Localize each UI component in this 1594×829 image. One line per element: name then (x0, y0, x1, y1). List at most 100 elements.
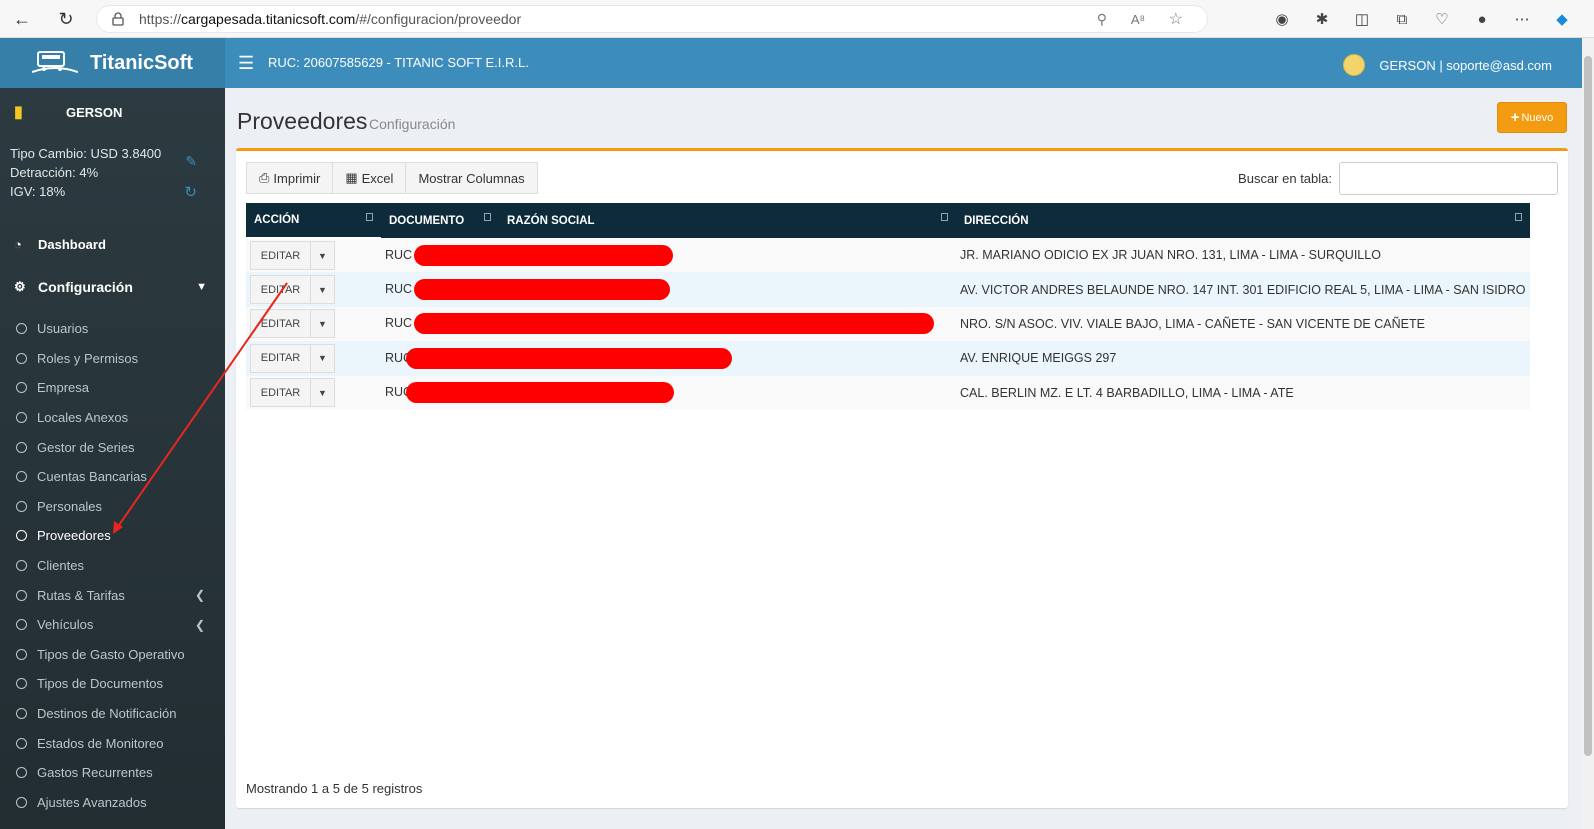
circle-icon (16, 796, 27, 808)
circle-icon (16, 382, 27, 394)
sidebar-item-usuarios[interactable]: Usuarios (0, 314, 225, 344)
page-scrollbar[interactable] (1582, 38, 1594, 829)
col-accion[interactable]: ACCIÓN (246, 203, 381, 239)
split-screen-icon[interactable]: ◫ (1342, 5, 1382, 33)
circle-icon (16, 412, 27, 424)
address-bar[interactable]: https://cargapesada.titanicsoft.com/#/co… (96, 5, 1208, 33)
back-icon[interactable]: ← (6, 3, 38, 35)
excel-file-icon: ▦ (345, 170, 358, 185)
redaction-mark (406, 382, 675, 404)
sidebar-item-configuracion[interactable]: ⚙ Configuración ▼ (0, 260, 225, 314)
table-info: Mostrando 1 a 5 de 5 registros (246, 781, 423, 796)
favorite-star-icon[interactable]: ☆ (1169, 9, 1183, 29)
sort-icon (366, 213, 373, 221)
doc-type: RUC (385, 316, 413, 331)
sidebar-item-clientes[interactable]: Clientes (0, 551, 225, 581)
chevron-down-icon[interactable]: ▼ (311, 241, 335, 271)
print-label: Imprimir (273, 170, 321, 186)
url-prefix: https:// (139, 11, 182, 27)
sidebar-toggle-icon[interactable]: ☰ (238, 53, 254, 74)
sidebar-item-label: Usuarios (37, 321, 89, 337)
new-button-label: Nuevo (1521, 111, 1554, 124)
address-cell: AV. ENRIQUE MEIGGS 297 (956, 341, 1530, 376)
col-documento[interactable]: DOCUMENTO (381, 203, 499, 238)
sidebar-item-series[interactable]: Gestor de Series (0, 432, 225, 462)
app-header: TitanicSoft ☰ RUC: 20607585629 - TITANIC… (0, 38, 1582, 88)
avatar: ▮ (14, 104, 23, 121)
show-columns-button[interactable]: Mostrar Columnas (406, 162, 538, 194)
excel-button[interactable]: ▦ Excel (333, 162, 407, 194)
circle-icon (16, 648, 27, 660)
sidebar-item-tipos-documentos[interactable]: Tipos de Documentos (0, 669, 225, 699)
sidebar-item-estados[interactable]: Estados de Monitoreo (0, 728, 225, 758)
user-menu[interactable]: GERSON | soporte@asd.com (1343, 54, 1552, 76)
sidebar-item-destinos[interactable]: Destinos de Notificación (0, 699, 225, 729)
table-row: EDITAR ▼ RUC AV. ENRIQUE MEIGGS 297 (246, 341, 1530, 376)
edge-copilot-icon[interactable]: ◆ (1542, 5, 1582, 33)
refresh-icon[interactable]: ↻ (184, 183, 197, 202)
sidebar-item-label: Clientes (37, 558, 84, 574)
sidebar-item-locales[interactable]: Locales Anexos (0, 403, 225, 433)
sidebar-item-rutas[interactable]: Rutas & Tarifas ❮ (0, 580, 225, 610)
chevron-down-icon[interactable]: ▼ (311, 309, 335, 339)
company-logo-icon (1343, 54, 1366, 76)
chevron-down-icon[interactable]: ▼ (311, 378, 335, 408)
url-path: /#/configuracion/proveedor (355, 11, 522, 27)
doc-type: RUC (385, 281, 413, 296)
col-razon-social[interactable]: RAZÓN SOCIAL (499, 203, 956, 238)
sidebar-item-tipos-gasto[interactable]: Tipos de Gasto Operativo (0, 640, 225, 670)
key-icon[interactable]: ⚲ (1097, 11, 1107, 28)
sidebar-item-label: Destinos de Notificación (37, 706, 177, 722)
sidebar-item-gastos-recurrentes[interactable]: Gastos Recurrentes (0, 758, 225, 788)
sidebar-item-roles[interactable]: Roles y Permisos (0, 344, 225, 374)
dashboard-icon: ◔ (14, 236, 22, 252)
sidebar-item-label: Roles y Permisos (37, 350, 139, 366)
reload-icon[interactable]: ↻ (50, 3, 82, 35)
doc-type: RUC (385, 247, 413, 262)
copilot-robot-icon[interactable]: ◉ (1262, 5, 1302, 33)
sidebar-item-label: Proveedores (37, 528, 111, 544)
edit-button[interactable]: EDITAR (250, 343, 311, 373)
sidebar-item-dashboard[interactable]: ◔ Dashboard (0, 228, 225, 260)
collections-icon[interactable]: ⧉ (1382, 5, 1422, 33)
edit-button[interactable]: EDITAR (250, 275, 311, 305)
sidebar-item-ajustes[interactable]: Ajustes Avanzados (0, 788, 225, 818)
chevron-down-icon[interactable]: ▼ (311, 275, 335, 305)
edit-button[interactable]: EDITAR (250, 378, 311, 408)
sidebar-item-label: Ajustes Avanzados (37, 794, 147, 810)
col-direccion-label: DIRECCIÓN (964, 214, 1029, 227)
table-row: EDITAR ▼ RUC NRO. S/N ASOC. VIV. VIALE BA… (246, 306, 1530, 342)
more-menu-icon[interactable]: ⋯ (1502, 5, 1542, 33)
edit-button[interactable]: EDITAR (250, 309, 311, 339)
new-button[interactable]: + Nuevo (1497, 102, 1567, 133)
read-aloud-icon[interactable]: A⁸ (1131, 12, 1145, 27)
logo[interactable]: TitanicSoft (0, 38, 225, 88)
col-direccion[interactable]: DIRECCIÓN (956, 203, 1530, 238)
search-input[interactable] (1339, 162, 1558, 195)
sidebar-item-cuentas[interactable]: Cuentas Bancarias (0, 462, 225, 492)
chevron-left-icon: ❮ (194, 617, 205, 632)
sidebar-item-label: Configuración (38, 279, 133, 295)
sidebar-item-empresa[interactable]: Empresa (0, 373, 225, 403)
redaction-mark (406, 347, 733, 369)
chevron-left-icon: ❮ (194, 588, 205, 603)
redaction-mark (414, 244, 674, 266)
search-label: Buscar en tabla: (1238, 171, 1332, 186)
circle-icon (16, 619, 27, 631)
printer-icon: ⎙ (259, 170, 270, 185)
print-button[interactable]: ⎙ Imprimir (246, 162, 334, 194)
circle-icon (16, 678, 27, 690)
sidebar-item-proveedores[interactable]: Proveedores (0, 521, 225, 551)
extensions-icon[interactable]: ✱ (1302, 5, 1342, 33)
chevron-down-icon: ▼ (196, 281, 207, 293)
sidebar-item-personales[interactable]: Personales (0, 492, 225, 522)
performance-icon[interactable]: ♡ (1422, 5, 1462, 33)
profile-icon[interactable]: ● (1462, 5, 1502, 33)
pencil-icon[interactable]: ✎ (185, 152, 197, 171)
page-subtitle: Configuración (369, 116, 456, 132)
edit-button[interactable]: EDITAR (250, 241, 311, 271)
address-cell: NRO. S/N ASOC. VIV. VIALE BAJO, LIMA - C… (956, 306, 1530, 342)
sidebar-item-vehiculos[interactable]: Vehículos ❮ (0, 610, 225, 640)
chevron-down-icon[interactable]: ▼ (311, 343, 335, 373)
scrollbar-thumb[interactable] (1584, 56, 1592, 756)
